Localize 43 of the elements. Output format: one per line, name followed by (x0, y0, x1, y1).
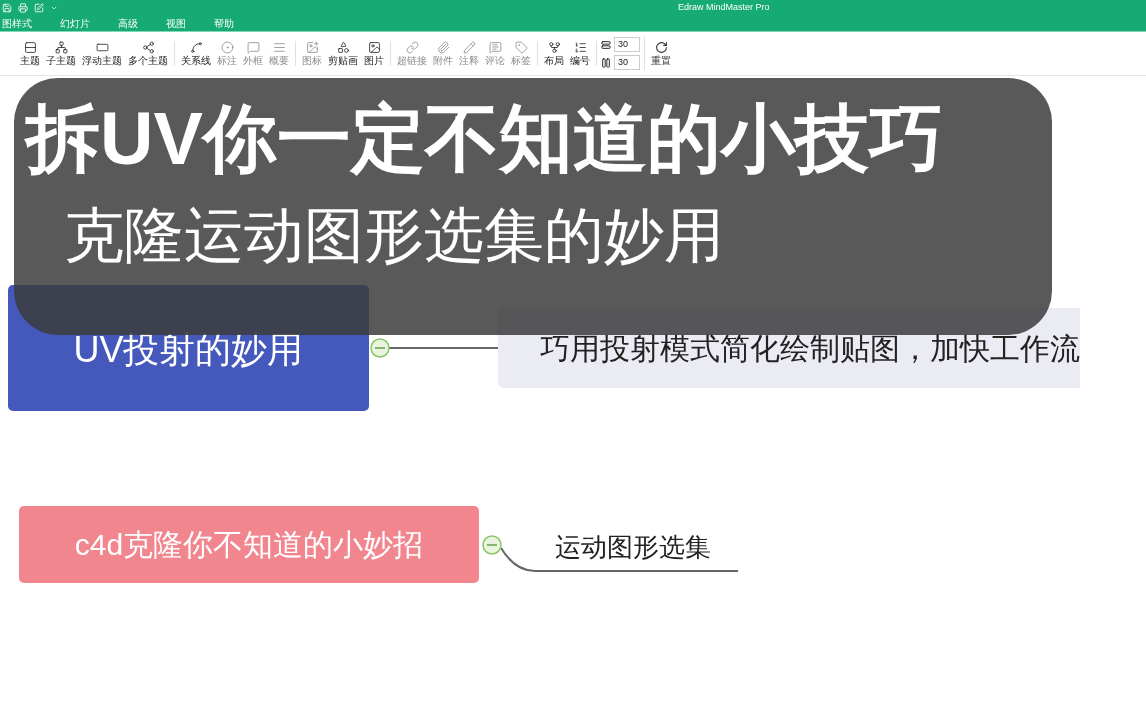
subtopic-icon (54, 41, 68, 54)
toolbar-button[interactable]: 图片 (362, 41, 386, 66)
paperclip-icon (436, 41, 450, 54)
spacing-field[interactable]: 30 (614, 55, 640, 70)
horizontal-spacing-icon (601, 39, 611, 50)
vertical-spacing-icon (601, 57, 611, 68)
save-icon[interactable] (2, 3, 12, 13)
window-title: Edraw MindMaster Pro (678, 1, 770, 15)
image-icon (305, 41, 319, 54)
collapse-toggle-icon[interactable] (370, 338, 390, 358)
topic-icon (23, 41, 37, 54)
toolbar-button[interactable]: 主题 (18, 41, 42, 66)
speech-bubble-icon (246, 41, 260, 54)
reset-icon (654, 41, 668, 54)
share-icon (141, 41, 155, 54)
toolbar-button[interactable]: 关系线 (179, 41, 213, 66)
lines-icon (272, 41, 286, 54)
toolbar-button[interactable]: 浮动主题 (80, 41, 124, 66)
pencil-icon (462, 41, 476, 54)
overlay-subtitle: 克隆运动图形选集的妙用 (64, 206, 725, 266)
toolbar-button[interactable]: 多个主题 (126, 41, 170, 66)
tag-icon (514, 41, 528, 54)
caret-icon[interactable] (50, 4, 58, 12)
shapes-icon (336, 41, 350, 54)
toolbar-button[interactable]: 布局 (542, 41, 566, 66)
collapse-toggle-icon[interactable] (482, 535, 502, 555)
comment-icon (488, 41, 502, 54)
curve-icon (189, 41, 203, 54)
circle-icon (220, 41, 234, 54)
reset-button[interactable]: 重置 (645, 41, 677, 66)
hierarchy-icon (547, 41, 561, 54)
floating-topic-icon (95, 41, 109, 54)
subtopic-node[interactable]: 运动图形选集 (555, 528, 711, 567)
print-icon[interactable] (18, 3, 28, 13)
numbered-list-icon (573, 41, 587, 54)
export-icon[interactable] (34, 3, 44, 13)
image-icon (367, 41, 381, 54)
link-icon (405, 41, 419, 54)
toolbar-button[interactable]: 编号 (568, 41, 592, 66)
toolbar-button[interactable]: 子主题 (44, 41, 78, 66)
spacing-field[interactable]: 30 (614, 37, 640, 52)
toolbar-button[interactable]: 剪贴画 (326, 41, 360, 66)
overlay-title: 拆UV你一定不知道的小技巧 (26, 102, 944, 176)
